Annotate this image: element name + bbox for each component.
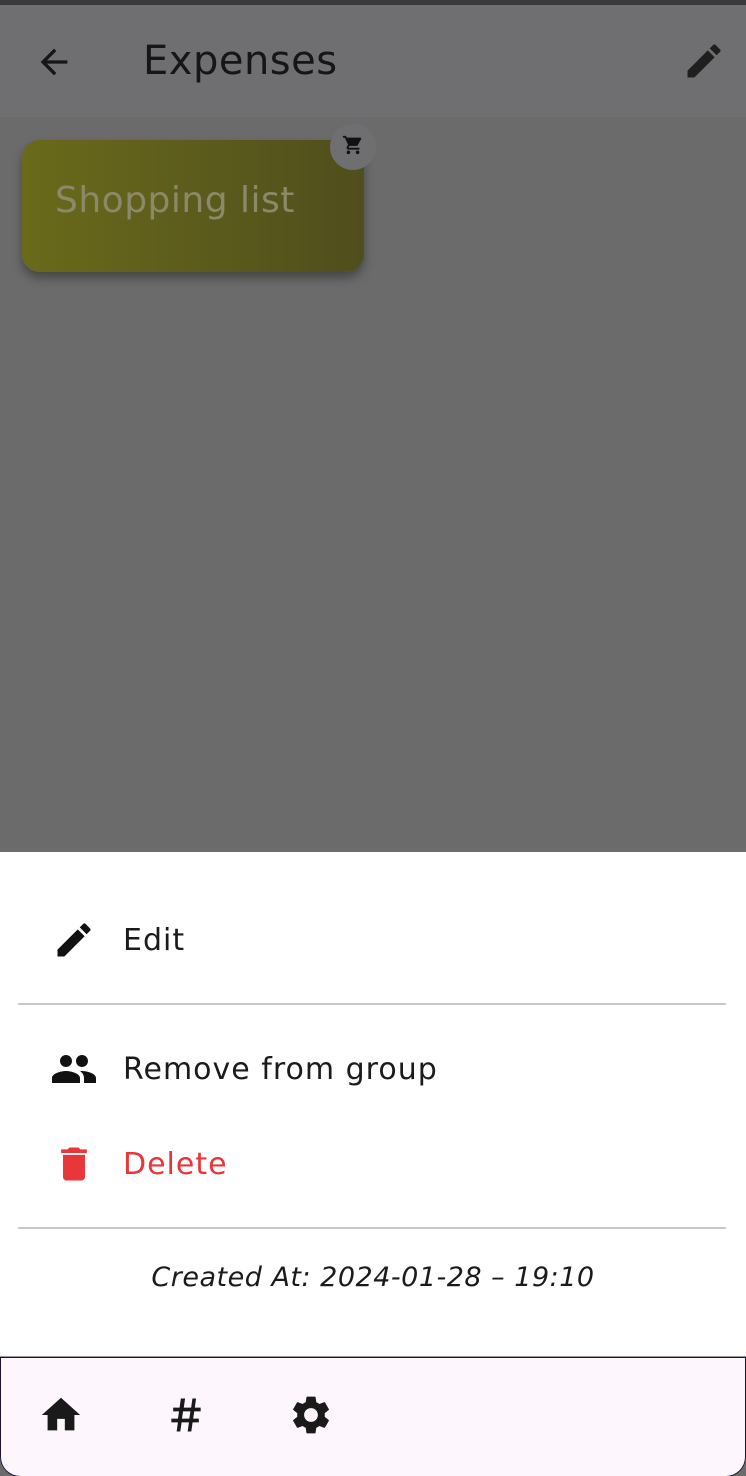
trash-icon <box>50 1140 98 1188</box>
divider <box>18 1227 726 1229</box>
edit-button[interactable] <box>678 37 730 89</box>
remove-from-group-label: Remove from group <box>123 1051 438 1087</box>
people-icon <box>50 1045 98 1093</box>
created-at-text: Created At: 2024-01-28 – 19:10 <box>151 1262 595 1293</box>
edit-action[interactable]: Edit <box>0 892 746 988</box>
shopping-cart-icon <box>342 134 364 160</box>
pencil-icon <box>50 916 98 964</box>
back-button[interactable] <box>28 38 80 90</box>
hashtag-icon <box>164 1393 208 1441</box>
card-badge <box>330 124 376 170</box>
divider <box>18 1003 726 1005</box>
nav-home-button[interactable] <box>37 1393 85 1441</box>
actions-bottom-sheet: Edit Remove from group Delete Created At… <box>0 852 746 1357</box>
home-icon <box>38 1392 84 1442</box>
nav-tags-button[interactable] <box>162 1393 210 1441</box>
bottom-navigation <box>0 1356 746 1476</box>
group-card[interactable]: Shopping list <box>22 140 364 272</box>
delete-action[interactable]: Delete <box>0 1116 746 1212</box>
gear-icon <box>288 1392 334 1442</box>
remove-from-group-action[interactable]: Remove from group <box>0 1021 746 1117</box>
delete-action-label: Delete <box>123 1146 228 1182</box>
app-bar: Expenses <box>0 5 746 117</box>
nav-settings-button[interactable] <box>287 1393 335 1441</box>
group-card-label: Shopping list <box>55 180 295 221</box>
pencil-icon <box>682 39 726 87</box>
page-title: Expenses <box>143 38 338 84</box>
arrow-back-icon <box>34 42 74 86</box>
edit-action-label: Edit <box>123 922 186 958</box>
app-screen: Expenses Shopping list Edit Remove from … <box>0 0 746 1476</box>
